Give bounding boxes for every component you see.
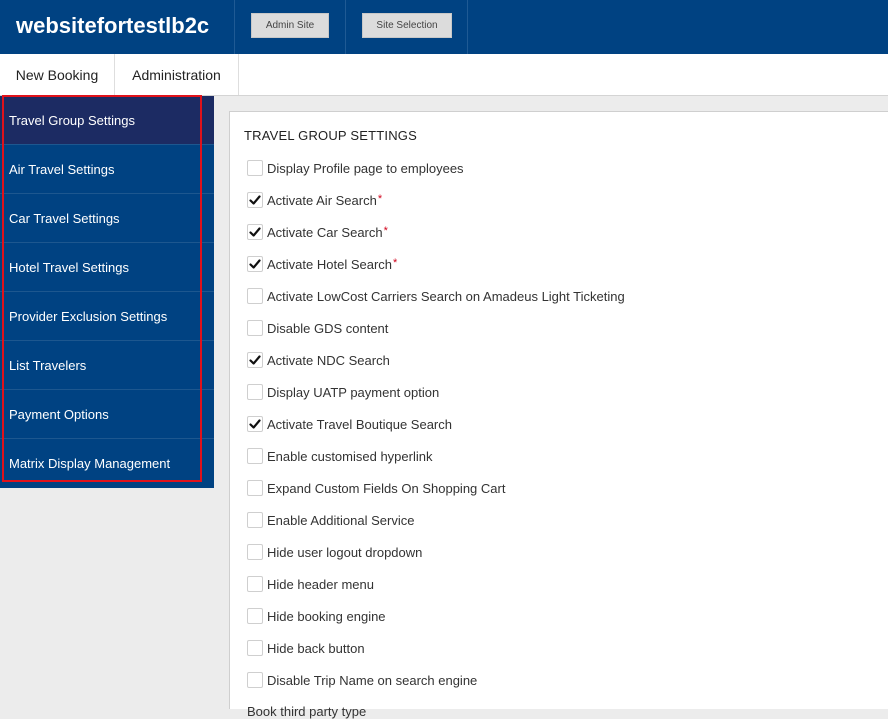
nav-new-booking[interactable]: New Booking	[0, 54, 115, 95]
option-display-profile-page-to-employees[interactable]: Display Profile page to employees	[247, 158, 464, 178]
book-third-party-type-label: Book third party type	[247, 704, 367, 719]
header-divider	[345, 0, 346, 54]
checkbox-unchecked[interactable]	[247, 672, 263, 688]
checkbox-unchecked[interactable]	[247, 448, 263, 464]
option-hide-back-button[interactable]: Hide back button	[247, 638, 365, 658]
option-activate-car-search[interactable]: Activate Car Search*	[247, 222, 388, 242]
option-hide-booking-engine[interactable]: Hide booking engine	[247, 606, 386, 626]
option-expand-custom-fields-on-shopping-cart[interactable]: Expand Custom Fields On Shopping Cart	[247, 478, 505, 498]
checkbox-unchecked[interactable]	[247, 480, 263, 496]
sidebar-item-hotel-travel-settings[interactable]: Hotel Travel Settings	[0, 243, 214, 292]
sidebar-item-payment-options[interactable]: Payment Options	[0, 390, 214, 439]
checkbox-checked[interactable]	[247, 192, 263, 208]
option-enable-customised-hyperlink[interactable]: Enable customised hyperlink	[247, 446, 432, 466]
option-label: Disable Trip Name on search engine	[267, 672, 478, 688]
option-label: Hide booking engine	[267, 608, 386, 624]
admin-site-button[interactable]: Admin Site	[251, 13, 329, 38]
sidebar-item-travel-group-settings[interactable]: Travel Group Settings	[0, 96, 214, 145]
checkbox-unchecked[interactable]	[247, 608, 263, 624]
option-label: Expand Custom Fields On Shopping Cart	[267, 480, 506, 496]
checkbox-checked[interactable]	[247, 352, 263, 368]
checkbox-checked[interactable]	[247, 256, 263, 272]
checkmark-icon	[249, 259, 261, 269]
option-activate-hotel-search[interactable]: Activate Hotel Search*	[247, 254, 397, 274]
option-label: Activate Air Search*	[267, 192, 383, 208]
required-asterisk: *	[377, 192, 383, 205]
option-label: Hide user logout dropdown	[267, 544, 423, 560]
option-label: Activate Hotel Search*	[267, 256, 398, 272]
option-disable-trip-name-on-search-engine[interactable]: Disable Trip Name on search engine	[247, 670, 477, 690]
sidebar-item-list-travelers[interactable]: List Travelers	[0, 341, 214, 390]
checkbox-unchecked[interactable]	[247, 384, 263, 400]
sidebar-item-car-travel-settings[interactable]: Car Travel Settings	[0, 194, 214, 243]
option-label: Enable customised hyperlink	[267, 448, 433, 464]
sidebar-item-provider-exclusion-settings[interactable]: Provider Exclusion Settings	[0, 292, 214, 341]
checkbox-checked[interactable]	[247, 416, 263, 432]
required-asterisk: *	[383, 224, 388, 237]
checkmark-icon	[249, 227, 261, 237]
option-enable-additional-service[interactable]: Enable Additional Service	[247, 510, 414, 530]
top-header: websitefortestlb2c Admin Site Site Selec…	[0, 0, 888, 54]
checkmark-icon	[249, 419, 261, 429]
nav-administration[interactable]: Administration	[115, 54, 239, 95]
checkbox-unchecked[interactable]	[247, 544, 263, 560]
checkbox-unchecked[interactable]	[247, 512, 263, 528]
header-divider	[467, 0, 468, 54]
site-selection-button[interactable]: Site Selection	[362, 13, 452, 38]
checkmark-icon	[249, 195, 261, 205]
option-label: Enable Additional Service	[267, 512, 415, 528]
option-label: Activate Travel Boutique Search	[267, 416, 452, 432]
option-label: Activate NDC Search	[267, 352, 390, 368]
option-label: Display UATP payment option	[267, 384, 440, 400]
checkbox-unchecked[interactable]	[247, 640, 263, 656]
required-asterisk: *	[393, 256, 398, 269]
option-label: Display Profile page to employees	[267, 160, 464, 176]
checkbox-checked[interactable]	[247, 224, 263, 240]
checkmark-icon	[249, 355, 261, 365]
checkbox-unchecked[interactable]	[247, 288, 263, 304]
main-nav: New Booking Administration	[0, 54, 888, 96]
settings-panel: TRAVEL GROUP SETTINGS Display Profile pa…	[229, 111, 888, 719]
option-label: Hide header menu	[267, 576, 374, 592]
option-hide-user-logout-dropdown[interactable]: Hide user logout dropdown	[247, 542, 422, 562]
sidebar-item-air-travel-settings[interactable]: Air Travel Settings	[0, 145, 214, 194]
checkbox-unchecked[interactable]	[247, 576, 263, 592]
option-disable-gds-content[interactable]: Disable GDS content	[247, 318, 388, 338]
option-label: Disable GDS content	[267, 320, 389, 336]
option-activate-ndc-search[interactable]: Activate NDC Search	[247, 350, 390, 370]
option-label: Hide back button	[267, 640, 365, 656]
option-hide-header-menu[interactable]: Hide header menu	[247, 574, 374, 594]
checkbox-unchecked[interactable]	[247, 160, 263, 176]
panel-title: TRAVEL GROUP SETTINGS	[244, 128, 417, 143]
settings-sidebar: Travel Group Settings Air Travel Setting…	[0, 96, 214, 488]
header-divider	[234, 0, 235, 54]
option-label: Activate Car Search*	[267, 224, 388, 240]
option-activate-lowcost-carriers-search-on-amadeus-light-ticketing[interactable]: Activate LowCost Carriers Search on Amad…	[247, 286, 625, 306]
sidebar-item-matrix-display-management[interactable]: Matrix Display Management	[0, 439, 214, 488]
site-brand[interactable]: websitefortestlb2c	[0, 0, 234, 54]
option-activate-air-search[interactable]: Activate Air Search*	[247, 190, 382, 210]
option-activate-travel-boutique-search[interactable]: Activate Travel Boutique Search	[247, 414, 452, 434]
option-display-uatp-payment-option[interactable]: Display UATP payment option	[247, 382, 439, 402]
option-label: Activate LowCost Carriers Search on Amad…	[267, 288, 625, 304]
checkbox-unchecked[interactable]	[247, 320, 263, 336]
